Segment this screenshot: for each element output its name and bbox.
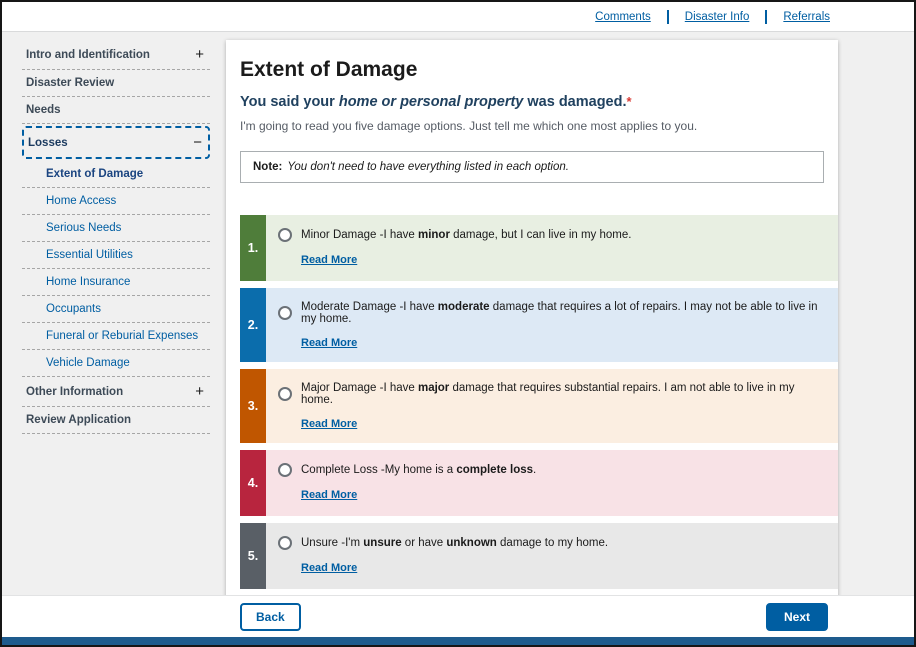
option-4-number: 4. [240, 450, 266, 516]
options-list: 1. Minor Damage -I have minor damage, bu… [240, 215, 838, 589]
content-area: Intro and Identification + Disaster Revi… [2, 32, 914, 595]
option-3: 3. Major Damage -I have major damage tha… [240, 369, 838, 443]
plus-icon[interactable]: + [195, 47, 204, 62]
option-4: 4. Complete Loss -My home is a complete … [240, 450, 838, 516]
option-2-radio[interactable] [278, 306, 292, 320]
option-1: 1. Minor Damage -I have minor damage, bu… [240, 215, 838, 281]
option-5-band: Unsure -I'm unsure or have unknown damag… [266, 523, 838, 589]
option-1-read-more-link[interactable]: Read More [301, 254, 357, 266]
sidebar-item-needs[interactable]: Needs [22, 97, 210, 124]
option-4-radio[interactable] [278, 463, 292, 477]
application-window: Comments Disaster Info Referrals Intro a… [0, 0, 916, 647]
nav-link-disaster-info[interactable]: Disaster Info [685, 11, 750, 23]
top-nav: Comments Disaster Info Referrals [2, 2, 914, 32]
back-button[interactable]: Back [240, 603, 301, 631]
option-3-number: 3. [240, 369, 266, 443]
note-text: You don't need to have everything listed… [284, 161, 569, 173]
plus-icon[interactable]: + [195, 384, 204, 399]
sidebar-item-label: Other Information [26, 386, 123, 398]
option-1-label: Minor Damage -I have minor damage, but I… [301, 229, 631, 241]
main-panel: Extent of Damage You said your home or p… [226, 40, 838, 595]
option-1-number: 1. [240, 215, 266, 281]
sidebar-item-label: Disaster Review [26, 77, 114, 89]
option-2: 2. Moderate Damage -I have moderate dama… [240, 288, 838, 362]
subtitle: You said your home or personal property … [240, 94, 824, 110]
nav-separator [667, 10, 669, 24]
option-5: 5. Unsure -I'm unsure or have unknown da… [240, 523, 838, 589]
nav-separator [765, 10, 767, 24]
sidebar-item-label: Needs [26, 104, 61, 116]
sidebar-item-disaster-review[interactable]: Disaster Review [22, 70, 210, 97]
option-3-radio[interactable] [278, 387, 292, 401]
sidebar-item-losses[interactable]: Losses − [22, 126, 210, 159]
option-3-label: Major Damage -I have major damage that r… [301, 382, 828, 406]
option-4-band: Complete Loss -My home is a complete los… [266, 450, 838, 516]
sidebar-subitem-funeral-or-reburial-expenses[interactable]: Funeral or Reburial Expenses [22, 323, 210, 350]
option-4-label: Complete Loss -My home is a complete los… [301, 464, 536, 476]
option-3-read-more-link[interactable]: Read More [301, 418, 357, 430]
sidebar-subitem-vehicle-damage[interactable]: Vehicle Damage [22, 350, 210, 377]
intro-text: I'm going to read you five damage option… [240, 119, 824, 133]
wizard-footer: Back Next [2, 595, 914, 637]
option-5-number: 5. [240, 523, 266, 589]
sidebar-item-label: Intro and Identification [26, 49, 150, 61]
sidebar-subitem-serious-needs[interactable]: Serious Needs [22, 215, 210, 242]
sidebar-nav: Intro and Identification + Disaster Revi… [22, 40, 210, 434]
sidebar-item-label: Review Application [26, 414, 131, 426]
option-5-label: Unsure -I'm unsure or have unknown damag… [301, 537, 608, 549]
sidebar-item-review-application[interactable]: Review Application [22, 407, 210, 434]
required-asterisk: * [627, 94, 632, 109]
option-5-read-more-link[interactable]: Read More [301, 562, 357, 574]
note-label: Note: [253, 161, 282, 173]
nav-link-referrals[interactable]: Referrals [783, 11, 830, 23]
option-2-label: Moderate Damage -I have moderate damage … [301, 301, 828, 325]
nav-link-comments[interactable]: Comments [595, 11, 651, 23]
option-4-read-more-link[interactable]: Read More [301, 489, 357, 501]
bottom-bar [2, 637, 914, 645]
sidebar-item-label: Losses [28, 137, 68, 149]
sidebar-subitem-extent-of-damage[interactable]: Extent of Damage [22, 161, 210, 188]
note-box: Note: You don't need to have everything … [240, 151, 824, 183]
sidebar-subitem-essential-utilities[interactable]: Essential Utilities [22, 242, 210, 269]
option-2-number: 2. [240, 288, 266, 362]
sidebar-item-other-information[interactable]: Other Information + [22, 377, 210, 407]
minus-icon[interactable]: − [193, 135, 202, 150]
losses-subnav: Extent of Damage Home Access Serious Nee… [22, 161, 210, 377]
option-3-band: Major Damage -I have major damage that r… [266, 369, 838, 443]
sidebar-subitem-home-access[interactable]: Home Access [22, 188, 210, 215]
option-1-band: Minor Damage -I have minor damage, but I… [266, 215, 838, 281]
option-2-band: Moderate Damage -I have moderate damage … [266, 288, 838, 362]
sidebar-subitem-home-insurance[interactable]: Home Insurance [22, 269, 210, 296]
option-1-radio[interactable] [278, 228, 292, 242]
option-5-radio[interactable] [278, 536, 292, 550]
page-title: Extent of Damage [240, 58, 824, 82]
option-2-read-more-link[interactable]: Read More [301, 337, 357, 349]
sidebar-subitem-occupants[interactable]: Occupants [22, 296, 210, 323]
sidebar-item-intro-and-identification[interactable]: Intro and Identification + [22, 40, 210, 70]
next-button[interactable]: Next [766, 603, 828, 631]
